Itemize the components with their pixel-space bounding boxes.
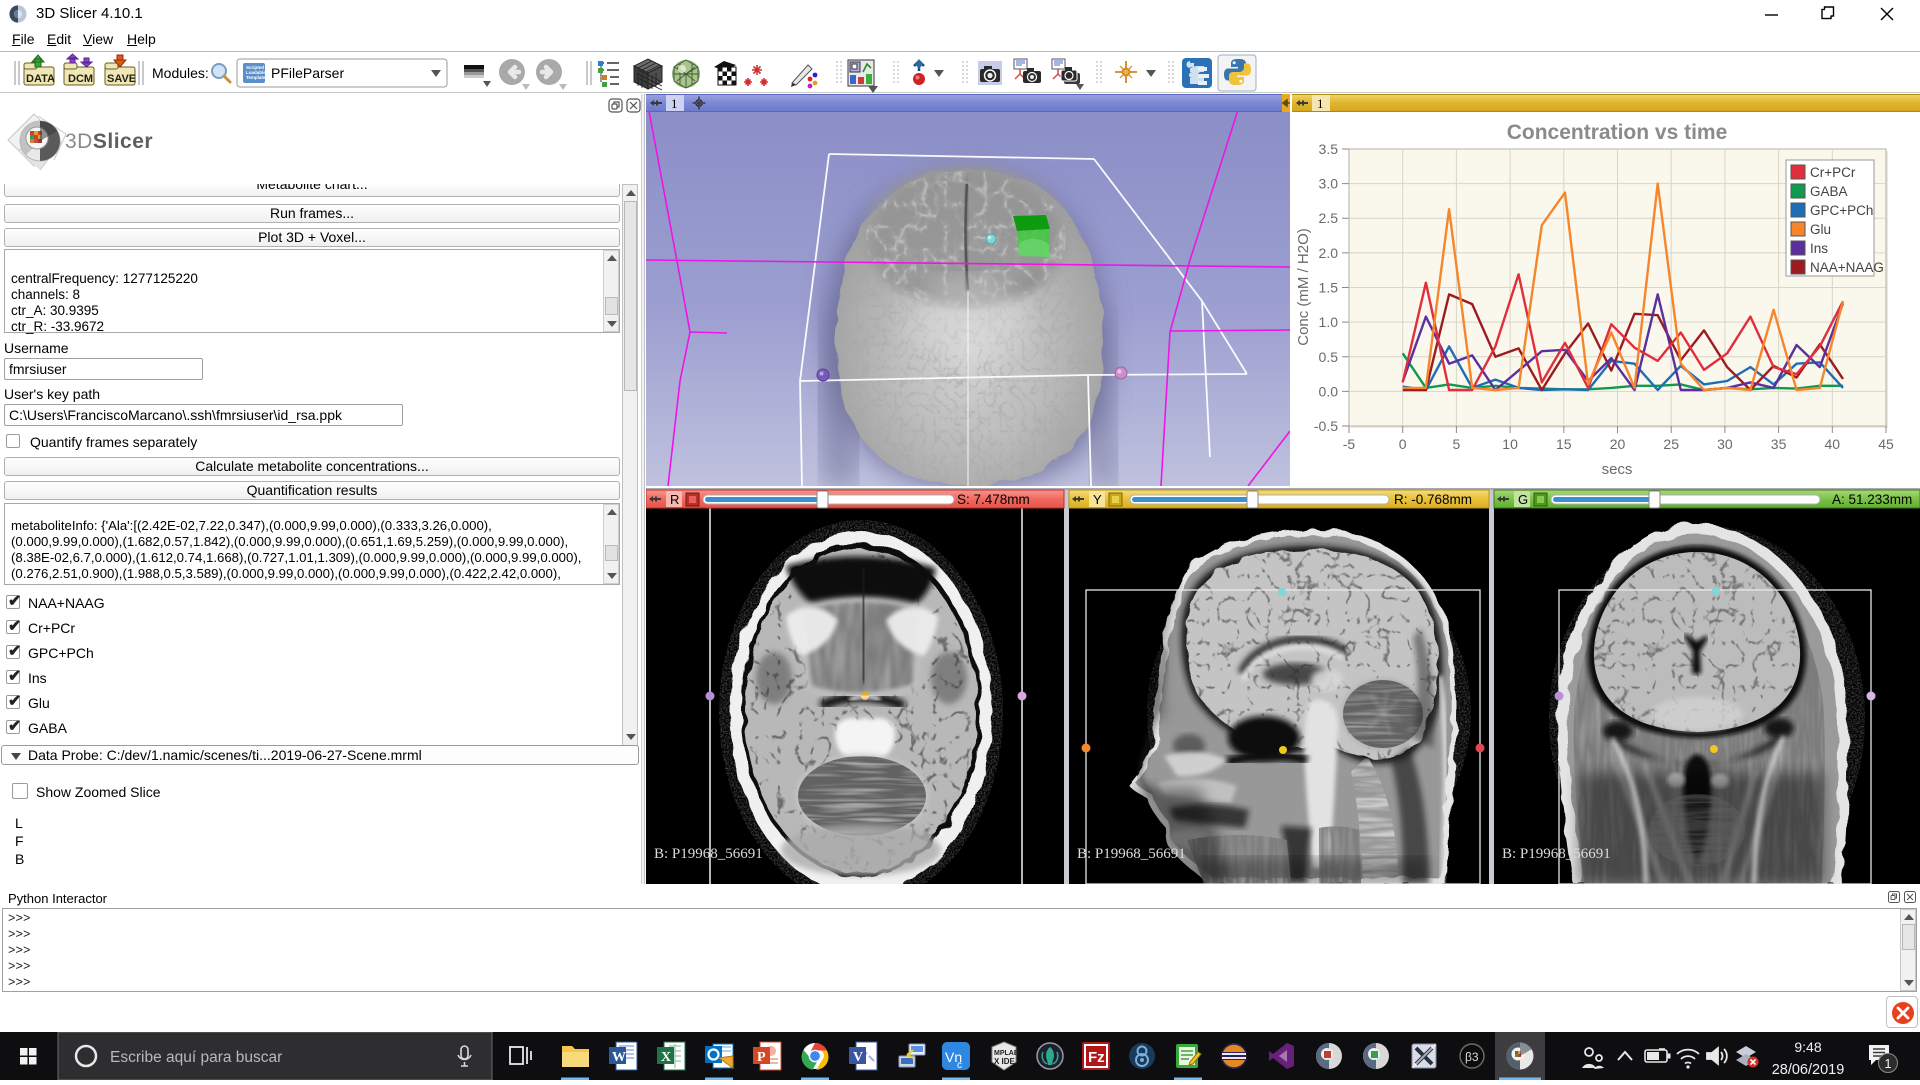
svg-text:Ins: Ins — [1810, 241, 1828, 256]
svg-text:GPC+PCh: GPC+PCh — [1810, 203, 1873, 218]
svg-text:2.5: 2.5 — [1319, 210, 1339, 226]
svg-text:Concentration vs time: Concentration vs time — [1507, 121, 1728, 144]
svg-text:V: V — [853, 1050, 863, 1065]
svg-text:DATA: DATA — [26, 73, 55, 85]
svg-text:MPLAB: MPLAB — [994, 1050, 1019, 1057]
svg-text:40: 40 — [1825, 436, 1841, 452]
svg-text:Conc (mM / H2O): Conc (mM / H2O) — [1295, 228, 1312, 346]
svg-text:9:48: 9:48 — [1794, 1039, 1821, 1055]
svg-text:-5: -5 — [1343, 436, 1356, 452]
svg-text:P: P — [757, 1050, 766, 1065]
svg-text:10: 10 — [1502, 436, 1518, 452]
svg-text:B: P19968_56691: B: P19968_56691 — [654, 846, 763, 862]
svg-text:SAVE: SAVE — [107, 73, 136, 85]
svg-text:PFileParser: PFileParser — [271, 65, 344, 81]
svg-text:Escribe aquí para buscar: Escribe aquí para buscar — [110, 1049, 282, 1066]
svg-text:1: 1 — [1317, 96, 1324, 111]
svg-text:B: P19968_56691: B: P19968_56691 — [1502, 846, 1611, 862]
svg-text:28/06/2019: 28/06/2019 — [1772, 1062, 1845, 1078]
svg-text:NAA+NAAG: NAA+NAAG — [1810, 260, 1884, 275]
svg-text:Glu: Glu — [1810, 222, 1831, 237]
svg-text:Template: Template — [246, 75, 266, 80]
svg-text:3.0: 3.0 — [1319, 176, 1339, 192]
svg-text:G: G — [1518, 492, 1528, 507]
svg-text:35: 35 — [1771, 436, 1787, 452]
svg-text:2.0: 2.0 — [1319, 245, 1339, 261]
svg-text:0: 0 — [1399, 436, 1407, 452]
svg-text:c: c — [957, 1060, 962, 1071]
svg-text:DCM: DCM — [68, 73, 93, 85]
svg-text:0.0: 0.0 — [1319, 383, 1339, 399]
svg-text:Modules:: Modules: — [152, 65, 209, 81]
svg-text:5: 5 — [1453, 436, 1461, 452]
svg-text:GABA: GABA — [1810, 184, 1848, 199]
svg-text:R: R — [670, 492, 679, 507]
svg-text:1: 1 — [1884, 1056, 1891, 1071]
svg-text:1: 1 — [671, 96, 678, 111]
svg-text:20: 20 — [1610, 436, 1626, 452]
svg-text:B: P19968_56691: B: P19968_56691 — [1077, 846, 1186, 862]
svg-text:W: W — [612, 1050, 626, 1065]
svg-text:30: 30 — [1717, 436, 1733, 452]
svg-text:0.5: 0.5 — [1319, 349, 1339, 365]
svg-text:R: -0.768mm: R: -0.768mm — [1394, 492, 1472, 507]
svg-text:Cr+PCr: Cr+PCr — [1810, 165, 1856, 180]
svg-text:15: 15 — [1556, 436, 1572, 452]
svg-text:X IDE: X IDE — [994, 1057, 1016, 1066]
svg-text:Fz: Fz — [1088, 1049, 1105, 1066]
svg-text:secs: secs — [1602, 461, 1633, 478]
svg-text:A: 51.233mm: A: 51.233mm — [1832, 492, 1912, 507]
svg-text:1.0: 1.0 — [1319, 314, 1339, 330]
svg-text:Y: Y — [1093, 492, 1102, 507]
svg-text:S: 7.478mm: S: 7.478mm — [957, 492, 1030, 507]
svg-text:25: 25 — [1663, 436, 1679, 452]
svg-text:1.5: 1.5 — [1319, 280, 1339, 296]
svg-text:3.5: 3.5 — [1319, 141, 1339, 157]
svg-text:45: 45 — [1878, 436, 1894, 452]
svg-text:β3: β3 — [1465, 1050, 1479, 1064]
svg-text:-0.5: -0.5 — [1314, 418, 1338, 434]
svg-text:X: X — [661, 1050, 671, 1065]
